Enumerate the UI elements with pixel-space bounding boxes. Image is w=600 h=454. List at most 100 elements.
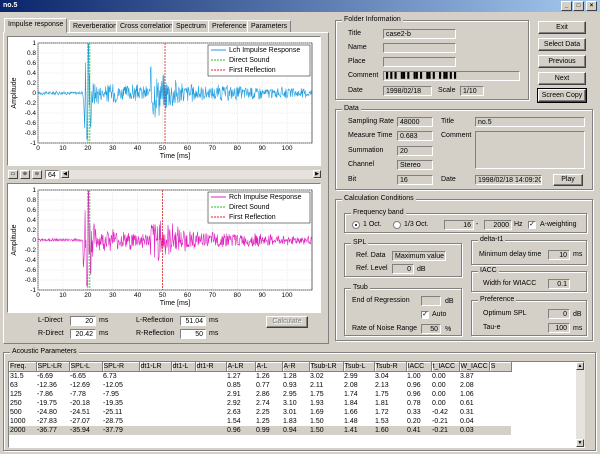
ref-level-field[interactable]: 0 (392, 264, 414, 274)
table-row[interactable]: 500 -24.80 -24.51 -25.11 2.63 2.25 3.01 1.69 1.6… (9, 408, 511, 417)
zoom-in-icon[interactable]: ⊕ (20, 170, 30, 179)
table-cell: 1.83 (283, 418, 297, 425)
table-cell: 2.91 (227, 391, 241, 398)
column-header[interactable]: dt1-R (195, 362, 227, 372)
column-header[interactable]: dt1-LR (139, 362, 172, 372)
column-header[interactable]: IACC (406, 362, 432, 372)
tab-impulse-response[interactable]: Impulse response (4, 18, 68, 33)
table-cell: 1.27 (227, 373, 241, 380)
bit-field: 16 (397, 175, 433, 185)
radio-1-oct[interactable] (352, 221, 360, 229)
y-tick-label: 0 (32, 237, 36, 244)
table-cell: -12.36 (37, 382, 57, 389)
table-cell: 1.75 (310, 391, 324, 398)
freq-from-field[interactable]: 16 (444, 220, 474, 230)
r-direct-field[interactable]: 20.42 (70, 329, 96, 339)
min-delay-label: Minimum delay time (479, 251, 542, 258)
table-cell (171, 390, 195, 399)
radio-1-oct-label: 1 Oct. (363, 221, 382, 228)
optimum-spl-field[interactable]: 0 (548, 309, 570, 319)
noise-range-field[interactable]: 50 (421, 324, 441, 334)
column-header[interactable]: A-L (255, 362, 283, 372)
folder-info-title: Folder Information (342, 16, 403, 23)
min-delay-field[interactable]: 10 (548, 250, 570, 260)
table-cell: 1.84 (344, 400, 358, 407)
calculate-button[interactable]: Calculate (266, 316, 308, 328)
column-header[interactable]: SPL-L (69, 362, 103, 372)
table-cell (171, 372, 195, 382)
table-row[interactable]: 63 -12.36 -12.69 -12.05 0.85 0.77 0.93 2.11 2.08… (9, 381, 511, 390)
table-scroll-down-icon[interactable]: ▼ (576, 439, 584, 447)
zoom-value-field[interactable]: 64 (45, 170, 59, 179)
ref-data-field[interactable]: Maximum value (392, 251, 446, 261)
l-reflection-unit: ms (209, 317, 219, 324)
folder-date-label: Date (348, 87, 363, 94)
table-cell (139, 381, 171, 390)
table-row[interactable]: 250 -19.75 -20.18 -19.35 2.92 2.74 3.10 1.93 1.8… (9, 399, 511, 408)
table-cell: 0.94 (282, 426, 309, 435)
x-tick-label: 90 (259, 145, 267, 152)
close-button[interactable]: × (586, 1, 597, 11)
scroll-left-icon[interactable]: ◀ (61, 170, 69, 178)
l-direct-field[interactable]: 20 (70, 316, 96, 326)
table-cell (139, 426, 171, 435)
table-cell (489, 417, 511, 426)
play-button[interactable]: Play (553, 174, 583, 186)
y-tick-label: -0.4 (25, 257, 37, 264)
column-header[interactable]: Tsub-L (343, 362, 375, 372)
folder-title-label: Title (348, 30, 361, 37)
table-cell: 2.99 (344, 373, 358, 380)
table-cell: 2.08 (460, 382, 474, 389)
sampling-rate-label: Sampling Rate (348, 118, 394, 125)
table-vscrollbar[interactable] (576, 362, 585, 447)
column-header[interactable]: Tsub-R (374, 362, 407, 372)
x-tick-label: 60 (184, 292, 192, 299)
radio-1-3-oct-label: 1/3 Oct. (404, 221, 429, 228)
exit-button[interactable]: Exit (538, 21, 586, 34)
a-weighting-checkbox[interactable]: ✓ (528, 221, 536, 229)
table-cell: -7.78 (70, 391, 86, 398)
previous-button[interactable]: Previous (538, 55, 586, 68)
column-header[interactable]: W_IACC (459, 362, 490, 372)
table-row[interactable]: 31.5 -6.69 -6.65 6.73 1.27 1.26 1.28 3.02 2.99 3.… (9, 372, 511, 382)
minimize-button[interactable]: _ (561, 1, 572, 11)
table-row[interactable]: 1000 -27.83 -27.07 -28.75 1.54 1.25 1.83 1.50 1.… (9, 417, 511, 426)
column-header[interactable]: SPL-R (102, 362, 140, 372)
print-icon[interactable]: ▭ (8, 170, 18, 179)
folder-name-field (383, 43, 456, 53)
table-cell: -7.86 (37, 391, 53, 398)
column-header[interactable]: dt1-L (171, 362, 196, 372)
column-header[interactable]: A-R (282, 362, 310, 372)
next-button[interactable]: Next (538, 72, 586, 85)
column-header[interactable]: A-LR (226, 362, 256, 372)
table-cell: -37.79 (102, 426, 139, 435)
scroll-right-icon[interactable]: ▶ (313, 170, 321, 178)
column-header[interactable]: Tsub-LR (309, 362, 344, 372)
screen-copy-button[interactable]: Screen Copy (537, 88, 587, 103)
y-tick-label: -0.4 (25, 110, 37, 117)
legend-entry: Lch Impulse Response (229, 47, 300, 54)
optimum-spl-label: Optimum SPL (483, 310, 527, 317)
r-reflection-field[interactable]: 50 (180, 329, 206, 339)
zoom-out-icon[interactable]: ⊖ (32, 170, 42, 179)
column-header[interactable]: Freq. (9, 362, 37, 372)
auto-checkbox[interactable]: ✓ (421, 311, 429, 319)
table-scroll-up-icon[interactable]: ▲ (576, 362, 584, 370)
freq-to-field[interactable]: 2000 (484, 220, 512, 230)
table-row[interactable]: 125 -7.86 -7.78 -7.95 2.91 2.86 2.95 1.75 1.74 1.… (9, 390, 511, 399)
maximize-button[interactable]: □ (573, 1, 584, 11)
table-cell: 1.28 (283, 373, 297, 380)
radio-1-3-oct[interactable] (393, 221, 401, 229)
column-header[interactable]: t_IACC (431, 362, 460, 372)
column-header[interactable]: S (489, 362, 512, 372)
end-regression-field[interactable] (421, 296, 441, 306)
tau-e-field[interactable]: 100 (548, 323, 570, 333)
column-header[interactable]: SPL-LR (36, 362, 70, 372)
wiacc-field[interactable]: 0.1 (548, 279, 570, 289)
plot-scrollbar[interactable] (61, 170, 321, 179)
table-row[interactable]: 2000 -36.77 -35.94 -37.79 0.96 0.99 0.94 1.50 1.… (9, 426, 512, 435)
freq-hz-label: Hz (514, 221, 523, 228)
l-reflection-field[interactable]: 51.04 (180, 316, 206, 326)
tsub-group-title: Tsub (351, 284, 370, 291)
select-data-button[interactable]: Select Data (538, 38, 586, 51)
